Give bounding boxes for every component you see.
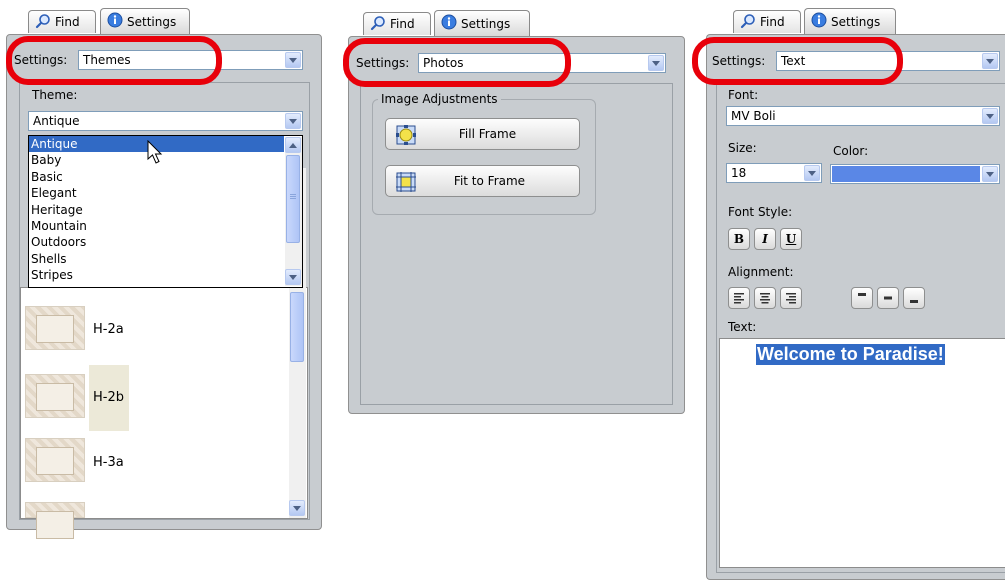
tab-settings-label: Settings xyxy=(127,14,177,29)
tab-find-label: Find xyxy=(390,17,415,31)
info-icon xyxy=(441,14,457,33)
align-bottom-button[interactable] xyxy=(903,287,925,309)
dropdown-option[interactable]: Basic xyxy=(29,169,284,185)
tab-settings[interactable]: Settings xyxy=(100,8,190,34)
text-input-value: Welcome to Paradise! xyxy=(756,344,945,365)
chevron-down-icon[interactable] xyxy=(982,108,998,124)
text-label: Text: xyxy=(728,320,757,334)
chevron-down-icon[interactable] xyxy=(285,113,301,129)
dropdown-option[interactable]: Elegant xyxy=(29,185,284,201)
scroll-down-button[interactable] xyxy=(285,269,301,285)
settings-select-value: Text xyxy=(781,54,806,68)
tab-settings-label: Settings xyxy=(831,14,881,29)
fit-to-frame-label: Fit to Frame xyxy=(453,174,526,188)
settings-select-value: Photos xyxy=(423,56,464,70)
font-label: Font: xyxy=(728,88,759,102)
italic-button[interactable]: I xyxy=(754,228,776,250)
fill-frame-label: Fill Frame xyxy=(458,127,517,141)
tab-settings[interactable]: Settings xyxy=(804,8,896,34)
scroll-up-button[interactable] xyxy=(285,137,301,153)
tab-find-label: Find xyxy=(760,15,785,29)
font-select[interactable]: MV Boli xyxy=(726,106,1000,126)
search-icon xyxy=(740,13,756,32)
thumbnail-image[interactable] xyxy=(25,306,85,350)
thumbnail-image[interactable] xyxy=(25,438,85,482)
info-icon xyxy=(811,12,827,31)
dropdown-option[interactable]: Heritage xyxy=(29,202,284,218)
search-icon xyxy=(370,15,386,34)
image-adjustments-group xyxy=(372,99,596,215)
thumbnail-image[interactable] xyxy=(25,374,85,418)
text-input-area[interactable]: Welcome to Paradise! xyxy=(719,338,1005,568)
bold-button[interactable]: B xyxy=(728,228,750,250)
dropdown-option[interactable]: Outdoors xyxy=(29,234,284,250)
underline-button[interactable]: U xyxy=(780,228,802,250)
underline-label: U xyxy=(785,232,797,246)
align-right-button[interactable] xyxy=(780,287,802,309)
theme-select-value: Antique xyxy=(33,114,80,128)
chevron-down-icon[interactable] xyxy=(285,52,301,68)
align-top-icon xyxy=(858,293,866,296)
italic-label: I xyxy=(762,232,768,246)
thumbnail-list: H-2a H-2b H-3a xyxy=(20,168,308,539)
align-left-button[interactable] xyxy=(728,287,750,309)
chevron-down-icon[interactable] xyxy=(648,55,664,71)
settings-select[interactable]: Photos xyxy=(418,53,666,73)
settings-label: Settings: xyxy=(712,54,766,68)
fill-frame-button[interactable]: Fill Frame xyxy=(385,118,580,150)
align-right-icon xyxy=(786,293,796,304)
dropdown-option[interactable]: Mountain xyxy=(29,218,284,234)
image-adjustments-label: Image Adjustments xyxy=(378,92,501,106)
scroll-down-button[interactable] xyxy=(289,500,305,516)
size-select-value: 18 xyxy=(731,166,747,180)
settings-label: Settings: xyxy=(356,56,410,70)
chevron-down-icon[interactable] xyxy=(804,165,820,181)
alignment-label: Alignment: xyxy=(728,265,794,279)
chevron-down-icon[interactable] xyxy=(982,166,998,182)
thumbnail-image[interactable] xyxy=(25,502,85,539)
dropdown-option[interactable]: Stripes xyxy=(29,267,284,283)
align-center-icon xyxy=(760,293,770,304)
theme-select[interactable]: Antique xyxy=(28,111,303,131)
theme-label: Theme: xyxy=(32,88,78,102)
settings-select-value: Themes xyxy=(83,53,131,67)
tab-find-label: Find xyxy=(55,15,80,29)
tab-find[interactable]: Find xyxy=(28,10,96,33)
align-center-button[interactable] xyxy=(754,287,776,309)
align-middle-button[interactable] xyxy=(877,287,899,309)
color-select[interactable] xyxy=(830,164,1000,184)
thumbnail-label: H-2a xyxy=(93,322,124,337)
tab-find[interactable]: Find xyxy=(363,12,431,35)
dropdown-option[interactable]: Shells xyxy=(29,251,284,267)
tab-find[interactable]: Find xyxy=(733,10,801,33)
size-label: Size: xyxy=(728,141,757,155)
color-label: Color: xyxy=(833,144,869,158)
info-icon xyxy=(107,12,123,31)
bold-label: B xyxy=(733,232,745,246)
tab-settings-label: Settings xyxy=(461,16,511,31)
size-select[interactable]: 18 xyxy=(726,163,822,183)
align-middle-icon xyxy=(884,296,892,300)
scrollbar-thumb[interactable] xyxy=(290,292,304,362)
color-swatch xyxy=(832,166,980,182)
font-style-label: Font Style: xyxy=(728,205,793,219)
scrollbar-thumb[interactable] xyxy=(286,155,300,243)
settings-select[interactable]: Themes xyxy=(78,50,303,70)
align-left-icon xyxy=(734,293,744,304)
search-icon xyxy=(35,13,51,32)
chevron-down-icon[interactable] xyxy=(982,53,998,69)
fit-to-frame-button[interactable]: Fit to Frame xyxy=(385,165,580,197)
settings-label: Settings: xyxy=(14,53,68,67)
dropdown-scrollbar[interactable] xyxy=(285,137,302,286)
settings-select[interactable]: Text xyxy=(776,51,1000,71)
theme-dropdown-list: Antique Baby Basic Elegant Heritage Moun… xyxy=(28,135,303,288)
tab-settings[interactable]: Settings xyxy=(434,10,530,36)
align-bottom-icon xyxy=(910,300,918,303)
cursor-icon xyxy=(147,139,165,169)
font-select-value: MV Boli xyxy=(731,109,776,123)
thumbnail-label: H-3a xyxy=(93,455,124,470)
align-top-button[interactable] xyxy=(851,287,873,309)
thumbnail-label: H-2b xyxy=(93,390,124,405)
